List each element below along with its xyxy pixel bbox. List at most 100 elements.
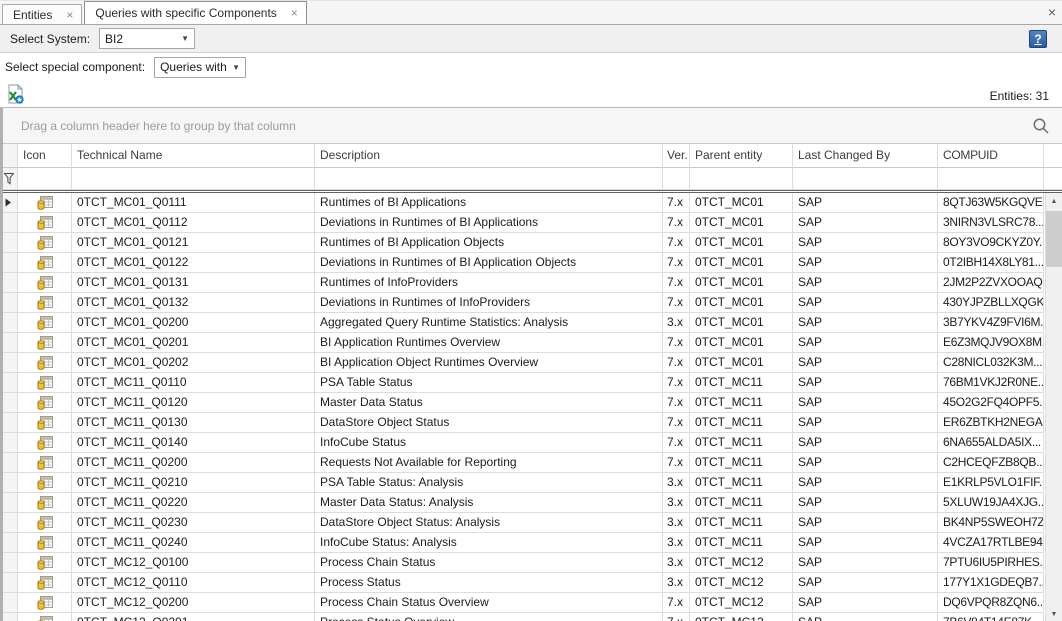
cell-last-changed-by: SAP (793, 413, 938, 433)
column-header-description[interactable]: Description (315, 144, 663, 168)
row-icon-cell (18, 233, 72, 253)
filter-cell-parent-entity[interactable] (690, 168, 793, 190)
table-row[interactable]: 0TCT_MC12_Q0100 Process Chain Status 3.x… (0, 553, 1062, 573)
cell-technical-name: 0TCT_MC01_Q0121 (72, 233, 315, 253)
system-select[interactable]: BI2 ▼ (99, 28, 195, 49)
close-tab-icon[interactable]: × (291, 8, 298, 18)
cell-version: 7.x (663, 213, 690, 233)
column-header-compuid[interactable]: COMPUID (938, 144, 1044, 168)
query-icon (37, 535, 53, 551)
cell-version: 3.x (663, 513, 690, 533)
export-to-excel-icon[interactable] (5, 84, 25, 104)
scroll-up-icon[interactable]: ▲ (1046, 193, 1062, 210)
column-header-parent-entity[interactable]: Parent entity (690, 144, 793, 168)
row-icon-cell (18, 273, 72, 293)
cell-version: 7.x (663, 613, 690, 621)
table-row[interactable]: 0TCT_MC11_Q0200 Requests Not Available f… (0, 453, 1062, 473)
cell-parent-entity: 0TCT_MC12 (690, 593, 793, 613)
grid-left-edge (0, 108, 3, 621)
cell-parent-entity: 0TCT_MC01 (690, 213, 793, 233)
row-icon-cell (18, 313, 72, 333)
cell-technical-name: 0TCT_MC01_Q0111 (72, 193, 315, 213)
cell-version: 3.x (663, 313, 690, 333)
cell-compuid: 430YJPZBLLXQGK... (938, 293, 1044, 313)
cell-version: 7.x (663, 273, 690, 293)
cell-compuid: 2JM2P2ZVXOOAQ... (938, 273, 1044, 293)
column-header-version[interactable]: Ver. (663, 144, 690, 168)
table-row[interactable]: 0TCT_MC01_Q0122 Deviations in Runtimes o… (0, 253, 1062, 273)
document-tab-bar: Entities × Queries with specific Compone… (0, 1, 1062, 25)
table-row[interactable]: 0TCT_MC11_Q0120 Master Data Status 7.x 0… (0, 393, 1062, 413)
group-by-panel[interactable]: Drag a column header here to group by th… (0, 108, 1062, 144)
cell-version: 7.x (663, 453, 690, 473)
table-row[interactable]: 0TCT_MC11_Q0140 InfoCube Status 7.x 0TCT… (0, 433, 1062, 453)
table-row[interactable]: 0TCT_MC01_Q0111 Runtimes of BI Applicati… (0, 193, 1062, 213)
table-row[interactable]: 0TCT_MC11_Q0230 DataStore Object Status:… (0, 513, 1062, 533)
table-row[interactable]: 0TCT_MC01_Q0132 Deviations in Runtimes o… (0, 293, 1062, 313)
cell-parent-entity: 0TCT_MC11 (690, 413, 793, 433)
cell-compuid: 0T2IBH14X8LY81... (938, 253, 1044, 273)
cell-compuid: 6NA655ALDA5IX... (938, 433, 1044, 453)
filter-cell-last-changed-by[interactable] (793, 168, 938, 190)
cell-description: InfoCube Status (315, 433, 663, 453)
table-row[interactable]: 0TCT_MC12_Q0201 Process Status Overview … (0, 613, 1062, 621)
filter-cell-compuid[interactable] (938, 168, 1044, 190)
table-row[interactable]: 0TCT_MC11_Q0110 PSA Table Status 7.x 0TC… (0, 373, 1062, 393)
filter-cell-version[interactable] (663, 168, 690, 190)
filter-cell-description[interactable] (315, 168, 663, 190)
scrollbar-thumb[interactable] (1046, 211, 1062, 267)
query-icon (37, 335, 53, 351)
query-icon (37, 255, 53, 271)
cell-parent-entity: 0TCT_MC01 (690, 233, 793, 253)
export-bar: Entities: 31 (0, 81, 1062, 107)
close-document-group-icon[interactable]: × (1048, 5, 1056, 19)
table-row[interactable]: 0TCT_MC01_Q0202 BI Application Object Ru… (0, 353, 1062, 373)
table-row[interactable]: 0TCT_MC11_Q0240 InfoCube Status: Analysi… (0, 533, 1062, 553)
close-tab-icon[interactable]: × (66, 10, 73, 20)
table-row[interactable]: 0TCT_MC01_Q0112 Deviations in Runtimes o… (0, 213, 1062, 233)
tab-entities[interactable]: Entities × (2, 4, 82, 24)
filter-cell-technical-name[interactable] (72, 168, 315, 190)
cell-version: 7.x (663, 233, 690, 253)
cell-description: Runtimes of BI Applications (315, 193, 663, 213)
cell-technical-name: 0TCT_MC11_Q0240 (72, 533, 315, 553)
cell-parent-entity: 0TCT_MC11 (690, 433, 793, 453)
cell-technical-name: 0TCT_MC12_Q0100 (72, 553, 315, 573)
cell-last-changed-by: SAP (793, 353, 938, 373)
column-header-icon[interactable]: Icon (18, 144, 72, 168)
tab-label: Entities (13, 8, 52, 22)
cell-compuid: 7B6V84T14E87K... (938, 613, 1044, 621)
column-header-technical-name[interactable]: Technical Name (72, 144, 315, 168)
tab-queries-with-specific-components[interactable]: Queries with specific Components × (84, 1, 306, 24)
cell-technical-name: 0TCT_MC11_Q0140 (72, 433, 315, 453)
table-row[interactable]: 0TCT_MC01_Q0131 Runtimes of InfoProvider… (0, 273, 1062, 293)
cell-parent-entity: 0TCT_MC11 (690, 393, 793, 413)
column-header-last-changed-by[interactable]: Last Changed By (793, 144, 938, 168)
filter-cell-icon[interactable] (18, 168, 72, 190)
scroll-down-icon[interactable]: ▼ (1046, 606, 1062, 621)
special-component-select[interactable]: Queries with... ▼ (154, 57, 246, 78)
search-icon[interactable] (1032, 117, 1050, 135)
help-button[interactable]: ? (1029, 30, 1047, 48)
table-row[interactable]: 0TCT_MC01_Q0201 BI Application Runtimes … (0, 333, 1062, 353)
table-row[interactable]: 0TCT_MC11_Q0130 DataStore Object Status … (0, 413, 1062, 433)
table-row[interactable]: 0TCT_MC12_Q0200 Process Chain Status Ove… (0, 593, 1062, 613)
cell-parent-entity: 0TCT_MC11 (690, 453, 793, 473)
entities-count-label: Entities: 31 (990, 89, 1049, 103)
vertical-scrollbar[interactable]: ▲ ▼ (1045, 193, 1062, 621)
cell-description: Aggregated Query Runtime Statistics: Ana… (315, 313, 663, 333)
query-icon (37, 275, 53, 291)
table-row[interactable]: 0TCT_MC11_Q0220 Master Data Status: Anal… (0, 493, 1062, 513)
row-icon-cell (18, 493, 72, 513)
cell-parent-entity: 0TCT_MC01 (690, 293, 793, 313)
query-icon (37, 475, 53, 491)
table-row[interactable]: 0TCT_MC01_Q0121 Runtimes of BI Applicati… (0, 233, 1062, 253)
query-icon (37, 435, 53, 451)
cell-technical-name: 0TCT_MC01_Q0131 (72, 273, 315, 293)
cell-compuid: C2HCEQFZB8QB... (938, 453, 1044, 473)
table-row[interactable]: 0TCT_MC01_Q0200 Aggregated Query Runtime… (0, 313, 1062, 333)
cell-last-changed-by: SAP (793, 233, 938, 253)
table-row[interactable]: 0TCT_MC11_Q0210 PSA Table Status: Analys… (0, 473, 1062, 493)
select-component-label: Select special component: (5, 60, 145, 74)
table-row[interactable]: 0TCT_MC12_Q0110 Process Status 3.x 0TCT_… (0, 573, 1062, 593)
